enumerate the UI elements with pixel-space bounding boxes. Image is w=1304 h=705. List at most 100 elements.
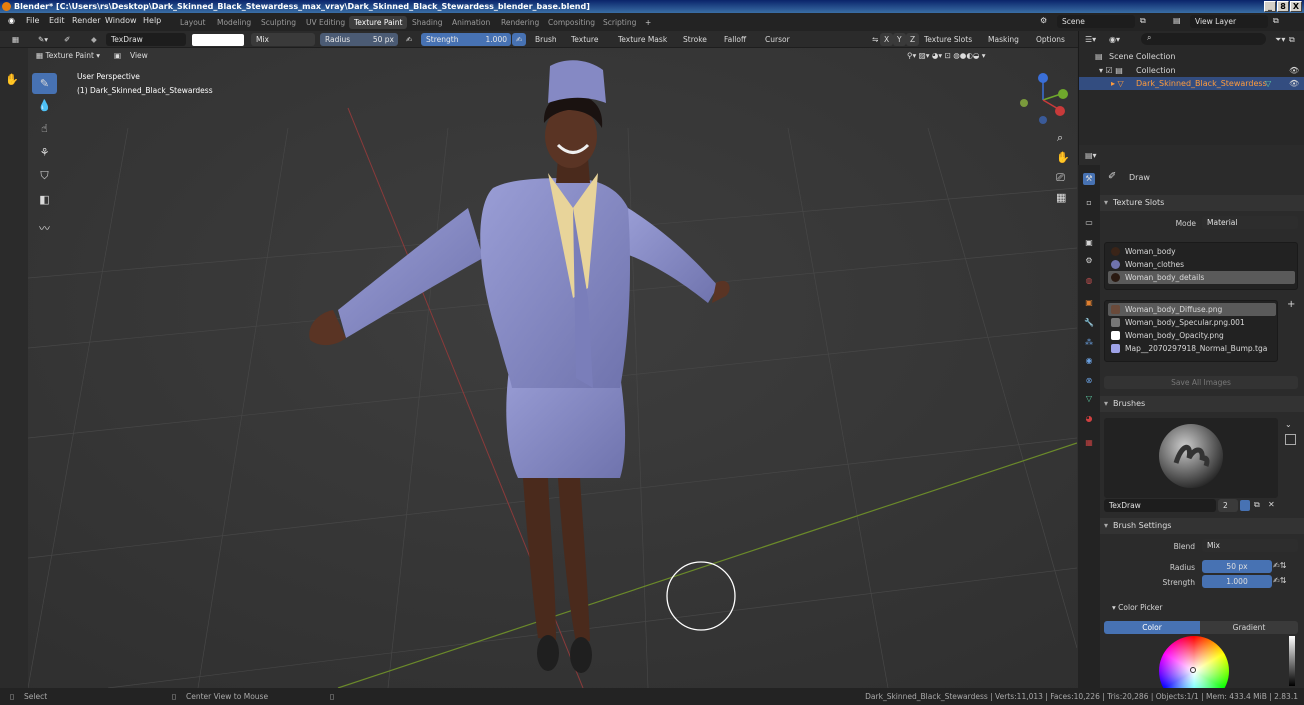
strength-value-field[interactable]: 1.000 xyxy=(1202,575,1272,588)
strength-pressure-icon[interactable]: ✍⇅ xyxy=(1273,576,1286,585)
scene-copy-icon[interactable]: ⧉ xyxy=(1140,16,1146,26)
menu-edit[interactable]: Edit xyxy=(49,16,65,25)
particles-tab-icon[interactable]: ⁂ xyxy=(1083,337,1095,349)
menu-help[interactable]: Help xyxy=(143,16,161,25)
mask-tool-icon[interactable]: ◧ xyxy=(32,189,57,210)
3d-viewport[interactable]: ⌕ ✋ ⎚ ▦ xyxy=(28,48,1077,688)
view-layer-copy-icon[interactable]: ⧉ xyxy=(1273,16,1279,26)
draw-tool-icon[interactable]: ✎ xyxy=(32,73,57,94)
radius-field[interactable]: Radius 50 px xyxy=(320,33,398,46)
falloff-menu[interactable]: Falloff xyxy=(720,33,750,46)
tab-compositing[interactable]: Compositing xyxy=(543,16,600,29)
material-slot-item-selected[interactable]: Woman_body_details xyxy=(1108,271,1295,284)
smear-tool-icon[interactable]: ☝ xyxy=(32,118,57,139)
brush-preview[interactable] xyxy=(1104,418,1278,498)
filter-icon[interactable]: ⏷▾ xyxy=(1275,35,1285,45)
brush-users-count[interactable]: 2 xyxy=(1218,499,1238,512)
collection-label[interactable]: Collection xyxy=(1136,66,1176,75)
radius-value-field[interactable]: 50 px xyxy=(1202,560,1272,573)
gradient-tab[interactable]: Gradient xyxy=(1200,621,1298,634)
new-collection-icon[interactable]: ⧉ xyxy=(1289,35,1295,45)
fake-user-icon[interactable]: ◆ xyxy=(87,33,101,46)
scene-field[interactable]: Scene xyxy=(1057,15,1135,28)
scene-collection-label[interactable]: Scene Collection xyxy=(1109,52,1176,61)
mirror-y-button[interactable]: Y xyxy=(893,33,906,46)
masking-menu[interactable]: Masking xyxy=(984,33,1023,46)
add-image-slot-icon[interactable]: + xyxy=(1287,299,1295,310)
tab-rendering[interactable]: Rendering xyxy=(496,16,544,29)
duplicate-brush-icon[interactable]: ⧉ xyxy=(1254,500,1260,510)
tab-sculpting[interactable]: Sculpting xyxy=(256,16,301,29)
clone-tool-icon[interactable]: ⚘ xyxy=(32,142,57,163)
unlink-brush-icon[interactable]: ✕ xyxy=(1268,500,1275,509)
tab-uv-editing[interactable]: UV Editing xyxy=(301,16,350,29)
minimize-button[interactable]: _ xyxy=(1264,1,1276,12)
add-workspace-button[interactable]: + xyxy=(640,16,656,29)
collection-expand-icon[interactable]: ▾ ☑ ▤ xyxy=(1099,66,1123,75)
modifier-tab-icon[interactable]: 🔧 xyxy=(1083,317,1095,329)
world-tab-icon[interactable]: ◍ xyxy=(1083,275,1095,287)
image-slot-item[interactable]: Woman_body_Specular.png.001 xyxy=(1108,316,1276,329)
view-layer-icon[interactable]: ▤ xyxy=(1173,16,1181,25)
image-slot-item[interactable]: Woman_body_Opacity.png xyxy=(1108,329,1276,342)
brush-color-swatch[interactable] xyxy=(192,34,244,46)
physics-tab-icon[interactable]: ◉ xyxy=(1083,355,1095,367)
perspective-toggle-icon[interactable]: ▦ xyxy=(1056,191,1066,204)
zoom-icon[interactable]: ⌕ xyxy=(1057,131,1063,144)
scene-icon[interactable]: ⚙ xyxy=(1040,16,1047,25)
texture-slots-header[interactable]: Texture Slots xyxy=(1100,195,1304,211)
fill-tool-icon[interactable]: ⛉ xyxy=(32,165,57,186)
collection-visibility-icon[interactable]: 👁 xyxy=(1289,66,1299,75)
brush-list-toggle-icon[interactable]: ⌄ xyxy=(1285,420,1292,429)
navigate-icon[interactable]: ✋ xyxy=(5,73,19,86)
paint-mask-icon[interactable]: ▣ xyxy=(110,49,125,62)
object-tab-icon[interactable]: ▣ xyxy=(1083,297,1095,309)
color-wheel[interactable] xyxy=(1159,636,1229,688)
editor-type-icon[interactable]: ▦ xyxy=(8,33,23,46)
brush-preview-icon[interactable] xyxy=(1285,434,1296,445)
mirror-x-button[interactable]: X xyxy=(880,33,894,46)
texture-slots-menu[interactable]: Texture Slots xyxy=(920,33,976,46)
image-slot-item[interactable]: Map__2070297918_Normal_Bump.tga xyxy=(1108,342,1276,355)
mode-dropdown[interactable]: Material xyxy=(1202,216,1298,229)
mirror-z-button[interactable]: Z xyxy=(906,33,920,46)
render-tab-icon[interactable]: ▫ xyxy=(1083,197,1095,209)
color-picker-header[interactable]: ▾ Color Picker xyxy=(1112,603,1162,612)
blend-dropdown[interactable]: Mix xyxy=(1202,539,1298,552)
tab-texture-paint[interactable]: Texture Paint xyxy=(349,16,408,29)
brush-icon[interactable]: ✐ xyxy=(60,33,74,46)
tab-layout[interactable]: Layout xyxy=(175,16,211,29)
pan-icon[interactable]: ✋ xyxy=(1056,151,1070,164)
soften-tool-icon[interactable]: 💧 xyxy=(32,95,57,116)
view-layer-tab-icon[interactable]: ▣ xyxy=(1083,237,1095,249)
output-tab-icon[interactable]: ▭ xyxy=(1083,217,1095,229)
outliner-row-selected[interactable]: ▸ ▽ Dark_Skinned_Black_Stewardess ▽ 👁 xyxy=(1079,77,1304,90)
menu-window[interactable]: Window xyxy=(105,16,137,25)
material-slot-item[interactable]: Woman_body xyxy=(1108,245,1295,258)
mode-icon[interactable]: ✎▾ xyxy=(34,33,52,46)
material-slot-item[interactable]: Woman_clothes xyxy=(1108,258,1295,271)
strength-field[interactable]: Strength 1.000 xyxy=(421,33,511,46)
brush-settings-header[interactable]: Brush Settings xyxy=(1100,518,1304,534)
tab-modeling[interactable]: Modeling xyxy=(212,16,256,29)
material-tab-icon[interactable]: ◕ xyxy=(1083,413,1095,425)
menu-file[interactable]: File xyxy=(26,16,39,25)
close-button[interactable]: X xyxy=(1290,1,1302,12)
radius-pressure-icon[interactable]: ✍ xyxy=(402,33,416,46)
fake-user-shield-icon[interactable] xyxy=(1240,500,1250,511)
object-visibility-icon[interactable]: 👁 xyxy=(1289,79,1299,88)
tab-shading[interactable]: Shading xyxy=(407,16,447,29)
color-tab[interactable]: Color xyxy=(1104,621,1200,634)
blend-mode-dropdown[interactable]: Mix xyxy=(251,33,315,46)
brush-menu[interactable]: Brush xyxy=(531,33,561,46)
options-menu[interactable]: Options xyxy=(1032,33,1069,46)
tool-tab-icon[interactable]: ⚒ xyxy=(1083,173,1095,185)
image-slot-item-selected[interactable]: Woman_body_Diffuse.png xyxy=(1108,303,1276,316)
properties-type-icon[interactable]: ▤▾ xyxy=(1085,151,1097,160)
camera-icon[interactable]: ⎚ xyxy=(1056,171,1065,184)
annotate-tool-icon[interactable]: 〰 xyxy=(32,218,57,239)
cursor-menu[interactable]: Cursor xyxy=(761,33,794,46)
blender-menu-icon[interactable]: ◉ xyxy=(8,16,15,25)
scene-tab-icon[interactable]: ⚙ xyxy=(1083,255,1095,267)
tab-animation[interactable]: Animation xyxy=(447,16,495,29)
